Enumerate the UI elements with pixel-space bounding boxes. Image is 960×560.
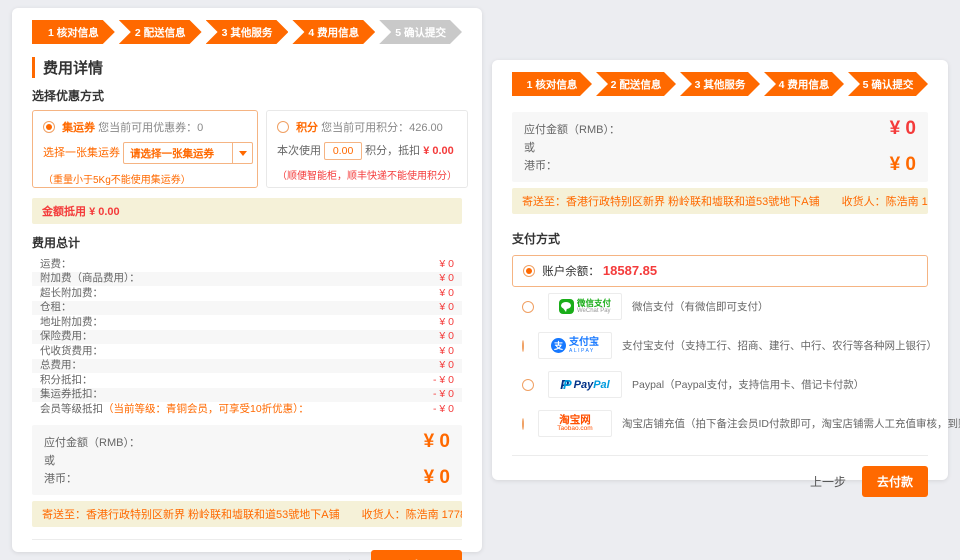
fee-table: 运费：¥ 0 附加费（商品费用）：¥ 0 超长附加费：¥ 0 仓租：¥ 0 地址… <box>32 257 462 417</box>
points-name: 积分 <box>296 122 318 134</box>
fee-row-coupon-deduct: 集运券抵扣：- ¥ 0 <box>32 388 462 403</box>
payable-or: 或 <box>524 139 535 155</box>
payable-box-right: 应付金额（RMB）： ¥ 0 或 港币： ¥ 0 <box>512 112 928 182</box>
fee-row-insurance: 保险费用：¥ 0 <box>32 330 462 345</box>
taobao-option[interactable]: 淘宝网 Taobao.com 淘宝店铺充值（拍下备注会员ID付款即可，淘宝店铺需… <box>512 404 928 443</box>
alipay-radio[interactable] <box>522 340 524 352</box>
coupon-select[interactable]: 请选择一张集运券 <box>123 142 253 164</box>
coupon-radio[interactable] <box>43 121 55 133</box>
paypal-desc: Paypal（Paypal支付，支持信用卡、借记卡付款） <box>632 377 864 392</box>
shipping-address-strip-right: 寄送至：香港行政特别区新界 粉岭联和墟联和道53號地下A铺 收货人：陈浩南 17… <box>512 188 928 214</box>
payment-method-title: 支付方式 <box>512 230 928 247</box>
wechat-desc: 微信支付（有微信即可支付） <box>632 299 769 314</box>
go-pay-button[interactable]: 去付款 <box>862 466 928 497</box>
coupon-name: 集运券 <box>62 122 95 134</box>
alipay-icon: 支 支付宝 ALIPAY <box>538 332 612 359</box>
step-3-other-services: 3 其他服务 <box>206 20 289 44</box>
amount-strip-label: 金额抵用 <box>42 206 86 218</box>
right-footer: 上一步 去付款 <box>512 455 928 497</box>
fee-row-warehouse-rent: 仓租：¥ 0 <box>32 301 462 316</box>
payment-panel: 1 核对信息 2 配送信息 3 其他服务 4 费用信息 5 确认提交 应付金额（… <box>492 60 948 480</box>
payable-hkd-value: ¥ 0 <box>424 468 450 488</box>
points-after-label: 积分，抵扣 <box>365 145 420 157</box>
step-2-delivery-info: 2 配送信息 <box>596 72 676 96</box>
fee-row-shipping: 运费：¥ 0 <box>32 257 462 272</box>
step-4-fee-info: 4 费用信息 <box>764 72 844 96</box>
balance-radio[interactable] <box>523 265 535 277</box>
fee-row-surcharge-goods: 附加费（商品费用）：¥ 0 <box>32 272 462 287</box>
step-3-other-services: 3 其他服务 <box>680 72 760 96</box>
payable-hkd-value: ¥ 0 <box>890 155 916 175</box>
fee-row-total: 总费用：¥ 0 <box>32 359 462 374</box>
points-input[interactable] <box>324 142 362 160</box>
amount-strip-value: ¥ 0.00 <box>89 206 120 218</box>
progress-stepper: 1 核对信息 2 配送信息 3 其他服务 4 费用信息 5 确认提交 <box>32 20 462 44</box>
step-1-verify-info: 1 核对信息 <box>512 72 592 96</box>
payable-or: 或 <box>44 452 55 468</box>
payable-rmb-label: 应付金额（RMB）： <box>524 121 620 137</box>
step-5-confirm-submit: 5 确认提交 <box>379 20 462 44</box>
wechat-pay-option[interactable]: 微信支付 WeChat Pay 微信支付（有微信即可支付） <box>512 287 928 326</box>
balance-value: 18587.85 <box>603 263 657 278</box>
alipay-desc: 支付宝支付（支持工行、招商、建行、中行、农行等各种网上银行） <box>622 338 937 353</box>
step-1-verify-info: 1 核对信息 <box>32 20 115 44</box>
fee-detail-panel: 1 核对信息 2 配送信息 3 其他服务 4 费用信息 5 确认提交 费用详情 … <box>12 8 482 552</box>
payable-hkd-label: 港币： <box>44 470 77 486</box>
points-note: （顺便智能柜，顺丰快递不能使用积分） <box>277 167 457 182</box>
member-level-note: （当前等级：青铜会员，可享受10折优惠）： <box>103 403 309 415</box>
discount-section-title: 选择优惠方式 <box>32 87 462 104</box>
taobao-desc: 淘宝店铺充值（拍下备注会员ID付款即可，淘宝店铺需人工充值审核，到账会延迟） <box>622 416 960 431</box>
prev-step-link[interactable]: 上一步 <box>319 557 355 560</box>
taobao-icon: 淘宝网 Taobao.com <box>538 410 612 437</box>
coupon-available: 您当前可用优惠券：0 <box>98 122 203 134</box>
payable-rmb-value: ¥ 0 <box>890 119 916 139</box>
fee-row-points-deduct: 积分抵扣：- ¥ 0 <box>32 373 462 388</box>
fees-title: 费用总计 <box>32 234 462 251</box>
points-radio[interactable] <box>277 121 289 133</box>
payable-rmb-label: 应付金额（RMB）： <box>44 434 140 450</box>
coupon-select-value: 请选择一张集运券 <box>124 146 232 161</box>
left-footer: 上一步 下一步(4/5) <box>32 539 462 560</box>
fee-row-cod: 代收货费用：¥ 0 <box>32 344 462 359</box>
prev-step-link[interactable]: 上一步 <box>810 473 846 490</box>
paypal-option[interactable]: PP PayPal Paypal（Paypal支付，支持信用卡、借记卡付款） <box>512 365 928 404</box>
chevron-down-icon[interactable] <box>232 143 252 163</box>
step-4-fee-info: 4 费用信息 <box>292 20 375 44</box>
payable-box: 应付金额（RMB）： ¥ 0 或 港币： ¥ 0 <box>32 425 462 495</box>
balance-option-box[interactable]: 账户余额： 18587.85 <box>512 255 928 287</box>
fee-row-overlength: 超长附加费：¥ 0 <box>32 286 462 301</box>
amount-deduction-strip: 金额抵用 ¥ 0.00 <box>32 198 462 224</box>
paypal-icon: PP PayPal <box>548 371 622 398</box>
page-title: 费用详情 <box>32 57 462 78</box>
payable-hkd-label: 港币： <box>524 157 557 173</box>
points-use-label: 本次使用 <box>277 145 321 157</box>
coupon-select-label: 选择一张集运券 <box>43 147 120 159</box>
fee-row-member-deduct: 会员等级抵扣（当前等级：青铜会员，可享受10折优惠）： - ¥ 0 <box>32 402 462 417</box>
step-2-delivery-info: 2 配送信息 <box>119 20 202 44</box>
paypal-radio[interactable] <box>522 379 534 391</box>
next-step-button[interactable]: 下一步(4/5) <box>371 550 462 560</box>
payable-rmb-value: ¥ 0 <box>424 432 450 452</box>
coupon-note: （重量小于5Kg不能使用集运券） <box>43 171 247 186</box>
alipay-option[interactable]: 支 支付宝 ALIPAY 支付宝支付（支持工行、招商、建行、中行、农行等各种网上… <box>512 326 928 365</box>
points-deduct-value: ¥ 0.00 <box>423 145 454 157</box>
progress-stepper-right: 1 核对信息 2 配送信息 3 其他服务 4 费用信息 5 确认提交 <box>512 72 928 96</box>
wechat-radio[interactable] <box>522 301 534 313</box>
coupon-option-box: 集运券 您当前可用优惠券：0 选择一张集运券 请选择一张集运券 （重量小于5Kg… <box>32 110 258 188</box>
balance-label: 账户余额： <box>542 266 600 278</box>
shipping-address-strip: 寄送至：香港行政特别区新界 粉岭联和墟联和道53號地下A铺 收货人：陈浩南 17… <box>32 501 462 527</box>
wechat-pay-icon: 微信支付 WeChat Pay <box>548 293 622 320</box>
taobao-radio[interactable] <box>522 418 524 430</box>
points-available: 您当前可用积分：426.00 <box>321 122 443 134</box>
points-option-box: 积分 您当前可用积分：426.00 本次使用 积分，抵扣 ¥ 0.00 （顺便智… <box>266 110 468 188</box>
fee-row-address-surcharge: 地址附加费：¥ 0 <box>32 315 462 330</box>
step-5-confirm-submit: 5 确认提交 <box>848 72 928 96</box>
